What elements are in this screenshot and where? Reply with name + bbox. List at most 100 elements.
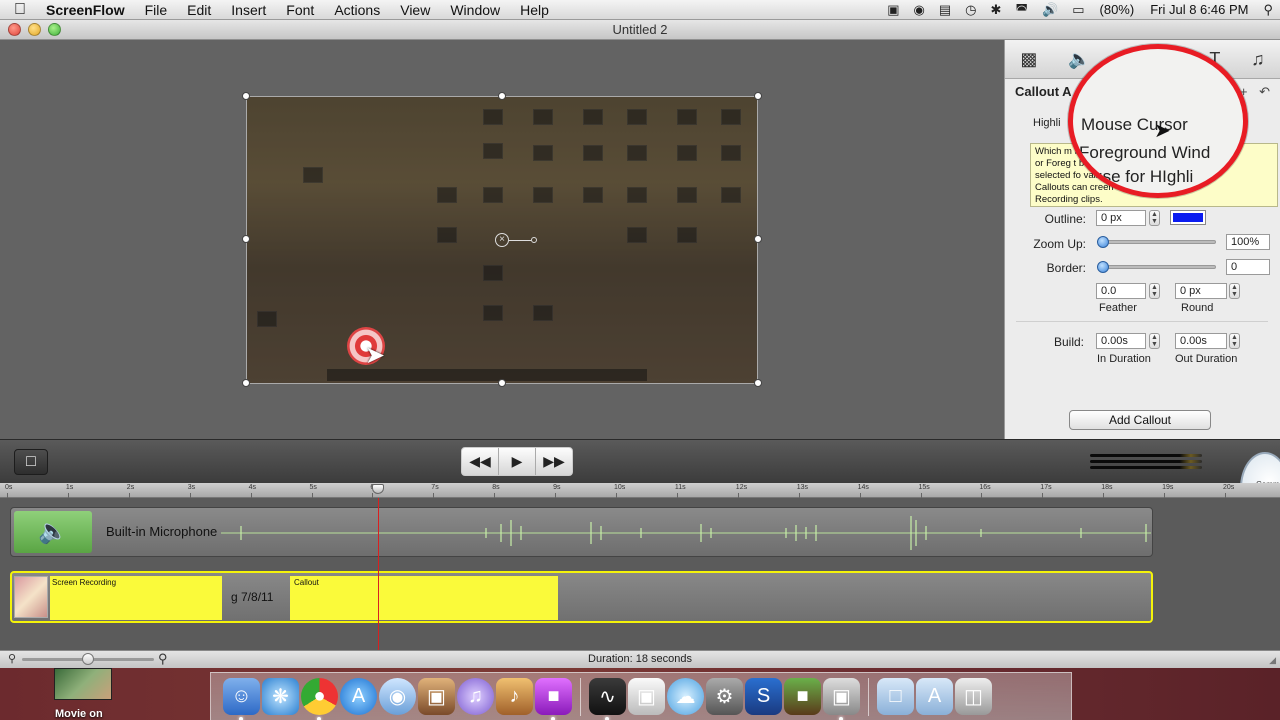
out-duration-field[interactable]: 0.00s [1175,333,1227,349]
out-duration-stepper[interactable]: ▲ ▼ [1229,333,1240,349]
video-preview[interactable]: × ➤ [246,96,758,384]
ruler-tick [1042,493,1044,498]
rotate-handle[interactable] [531,237,537,243]
screenflow-record-icon[interactable]: ▣ [880,2,906,18]
iphoto-icon[interactable]: ▣ [418,678,455,715]
spotlight-search-icon[interactable]: ⚲ [1256,2,1280,18]
transport-bar: □ ◀◀ ▶ ▶▶ Comm [0,439,1280,524]
menu-file[interactable]: File [135,2,178,18]
play-icon[interactable]: ▶ [499,448,536,475]
smart-app-icon[interactable]: S [745,678,782,715]
resize-grip-icon[interactable]: ◢ [1269,655,1276,666]
zoom-window-button[interactable] [48,23,61,36]
resize-handle-bottom-left[interactable] [242,379,250,387]
callout-section-title: Callout A [1015,84,1072,99]
crop-icon[interactable]: □ [14,449,48,475]
resize-handle-left[interactable] [242,235,250,243]
zoom-up-slider-knob[interactable] [1097,236,1109,248]
outline-stepper[interactable]: ▲ ▼ [1149,210,1160,226]
chrome-icon[interactable]: ● [301,678,338,720]
in-duration-field[interactable]: 0.00s [1096,333,1146,349]
app-menu[interactable]: ScreenFlow [40,2,135,18]
ruler-tick [433,493,435,498]
feather-field[interactable]: 0.0 [1096,283,1146,299]
ruler-tick-label: 1s [65,484,74,491]
desktop-movie-file-label[interactable]: Movie on [55,708,103,720]
app-store-icon[interactable]: A [340,678,377,715]
itunes-icon[interactable]: ♫ [457,678,494,715]
menu-actions[interactable]: Actions [324,2,390,18]
highlight-label: Highli [1033,117,1061,129]
facetime-icon[interactable]: ◉ [379,678,416,715]
outline-color-swatch [1173,213,1203,222]
menu-window[interactable]: Window [440,2,510,18]
rewind-icon[interactable]: ◀◀ [462,448,499,475]
transform-center-control[interactable]: × [495,233,545,247]
battery-icon[interactable]: ▭ [1065,2,1091,18]
safari-icon[interactable]: ❋ [262,678,299,715]
resize-handle-top[interactable] [498,92,506,100]
display-icon[interactable]: ▤ [932,2,958,18]
timeline-ruler[interactable]: 0s1s2s3s4s5s6s7s8s9s10s11s12s13s14s15s16… [0,483,1280,498]
ruler-tick [555,493,557,498]
resize-handle-right[interactable] [754,235,762,243]
video-track[interactable]: Screen Recording g 7/8/11 Callout [10,571,1153,623]
close-window-button[interactable] [8,23,21,36]
volume-icon[interactable]: 🔊 [1035,2,1065,18]
trash-icon[interactable]: ◫ [955,678,992,715]
documents-stack-icon[interactable]: □ [877,678,914,715]
garageband-icon[interactable]: ♪ [496,678,533,715]
video-properties-icon[interactable]: ▩ [1020,49,1037,70]
ruler-tick [798,493,800,498]
resize-handle-bottom[interactable] [498,379,506,387]
window-title-bar: Untitled 2 [0,20,1280,40]
menu-view[interactable]: View [390,2,440,18]
minecraft-icon[interactable]: ■ [784,678,821,715]
round-label: Round [1181,302,1214,314]
photo-booth-icon[interactable]: ▣ [823,678,860,720]
applications-stack-icon[interactable]: A [916,678,953,715]
round-stepper[interactable]: ▲ ▼ [1229,283,1240,299]
border-slider-knob[interactable] [1097,261,1109,273]
add-callout-button[interactable]: Add Callout [1069,410,1211,430]
media-library-icon[interactable]: ♫ [1251,49,1265,70]
preview-app-icon[interactable]: ▣ [628,678,665,715]
menu-font[interactable]: Font [276,2,324,18]
round-field[interactable]: 0 px [1175,283,1227,299]
screenflow-icon[interactable]: ■ [535,678,572,720]
in-duration-stepper[interactable]: ▲ ▼ [1149,333,1160,349]
zoom-up-field[interactable]: 100% [1226,234,1270,250]
utility-app-icon[interactable]: ⚙ [706,678,743,715]
apple-menu-icon[interactable]:  [0,1,40,19]
cloud-app-icon[interactable]: ☁ [667,678,704,715]
border-field[interactable]: 0 [1226,259,1270,275]
bluetooth-icon[interactable]: ✱ [984,2,1009,18]
screen-recording-clip[interactable]: Screen Recording [50,576,222,620]
fast-forward-icon[interactable]: ▶▶ [536,448,572,475]
desktop-movie-file-icon[interactable] [54,668,112,700]
undo-icon[interactable]: ↶ [1259,84,1270,99]
resize-handle-top-left[interactable] [242,92,250,100]
minimize-window-button[interactable] [28,23,41,36]
resize-handle-bottom-right[interactable] [754,379,762,387]
menu-help[interactable]: Help [510,2,559,18]
finder-icon[interactable]: ☺ [223,678,260,720]
rotate-icon[interactable]: × [495,233,509,247]
zoom-up-slider[interactable] [1100,240,1216,244]
speaker-icon: 🔈 [14,511,92,553]
camera-icon[interactable]: ◉ [907,2,932,18]
menu-edit[interactable]: Edit [177,2,221,18]
audio-track[interactable]: 🔈 Built-in Microphone [10,507,1153,557]
border-slider[interactable] [1100,265,1216,269]
feather-stepper[interactable]: ▲ ▼ [1149,283,1160,299]
menu-insert[interactable]: Insert [221,2,276,18]
menu-clock[interactable]: Fri Jul 8 6:46 PM [1142,2,1256,17]
wifi-icon[interactable]: ◚ [1008,2,1035,18]
callout-clip[interactable]: Callout [290,576,558,620]
activity-monitor-icon[interactable]: ∿ [589,678,626,720]
outline-width-field[interactable]: 0 px [1096,210,1146,226]
audio-properties-icon[interactable]: 🔈 [1068,49,1090,70]
resize-handle-top-right[interactable] [754,92,762,100]
time-machine-icon[interactable]: ◷ [958,2,983,18]
outline-color-well[interactable] [1170,210,1206,225]
